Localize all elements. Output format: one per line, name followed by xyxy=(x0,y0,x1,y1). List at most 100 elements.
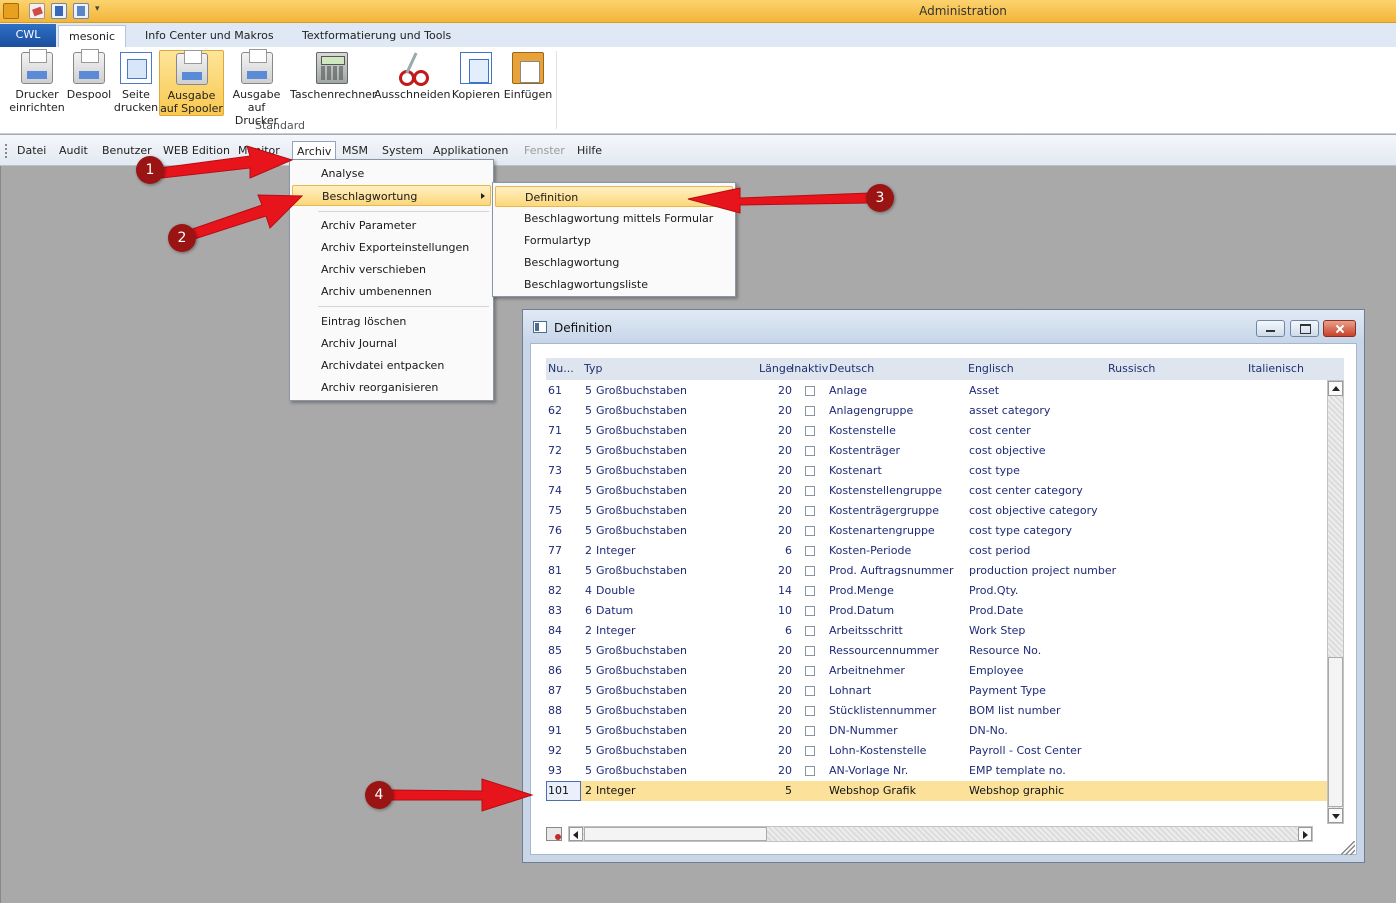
cell-nr[interactable]: 75 xyxy=(548,504,562,517)
cell-typ-code[interactable]: 5 xyxy=(585,484,592,497)
cell-englisch[interactable]: cost type category xyxy=(969,524,1072,537)
menu-item-archiv-verschieben[interactable]: Archiv verschieben xyxy=(292,259,491,280)
cell-laenge[interactable]: 20 xyxy=(764,424,792,437)
scroll-up-arrow-icon[interactable] xyxy=(1328,381,1343,396)
cell-laenge[interactable]: 20 xyxy=(764,684,792,697)
cell-typ-code[interactable]: 4 xyxy=(585,584,592,597)
scroll-right-arrow-icon[interactable] xyxy=(1298,827,1312,841)
menu-item-archiv-exporteinstellungen[interactable]: Archiv Exporteinstellungen xyxy=(292,237,491,258)
resize-grip-icon[interactable] xyxy=(1341,841,1355,855)
cell-typ-code[interactable]: 5 xyxy=(585,704,592,717)
cell-nr[interactable]: 93 xyxy=(548,764,562,777)
cell-englisch[interactable]: EMP template no. xyxy=(969,764,1066,777)
cell-nr[interactable]: 101 xyxy=(548,784,569,797)
cell-typ[interactable]: Großbuchstaben xyxy=(596,644,687,657)
cell-englisch[interactable]: cost center xyxy=(969,424,1031,437)
cell-englisch[interactable]: Payroll - Cost Center xyxy=(969,744,1081,757)
ausgabe-auf-spooler-button[interactable]: Ausgabe auf Spooler xyxy=(159,50,224,116)
cell-nr[interactable]: 72 xyxy=(548,444,562,457)
menu-web-edition[interactable]: WEB Edition xyxy=(159,141,234,160)
cell-typ-code[interactable]: 5 xyxy=(585,724,592,737)
table-row[interactable]: 82 4 Double 14 Prod.Menge Prod.Qty. xyxy=(546,581,1327,601)
submenu-item-beschlagwortung[interactable]: Beschlagwortung xyxy=(495,252,733,273)
definition-window-titlebar[interactable]: Definition xyxy=(523,310,1364,343)
toolbar-grip[interactable] xyxy=(5,144,7,158)
menu-datei[interactable]: Datei xyxy=(13,141,50,160)
cell-laenge[interactable]: 20 xyxy=(764,744,792,757)
submenu-item-formulartyp[interactable]: Formulartyp xyxy=(495,230,733,251)
inaktiv-checkbox[interactable] xyxy=(805,426,815,436)
column-header-italienisch[interactable]: Italienisch xyxy=(1248,362,1304,375)
table-row[interactable]: 84 2 Integer 6 Arbeitsschritt Work Step xyxy=(546,621,1327,641)
cell-typ[interactable]: Großbuchstaben xyxy=(596,444,687,457)
cell-typ-code[interactable]: 2 xyxy=(585,624,592,637)
cell-deutsch[interactable]: Kostenträger xyxy=(829,444,900,457)
cell-nr[interactable]: 74 xyxy=(548,484,562,497)
cell-nr[interactable]: 87 xyxy=(548,684,562,697)
inaktiv-checkbox[interactable] xyxy=(805,706,815,716)
table-row[interactable]: 76 5 Großbuchstaben 20 Kostenartengruppe cost… xyxy=(546,521,1327,541)
cell-deutsch[interactable]: Stücklistennummer xyxy=(829,704,936,717)
cell-deutsch[interactable]: Kostenstellengruppe xyxy=(829,484,942,497)
cell-typ-code[interactable]: 5 xyxy=(585,384,592,397)
column-header-deutsch[interactable]: Deutsch xyxy=(829,362,874,375)
cell-laenge[interactable]: 20 xyxy=(764,644,792,657)
cell-laenge[interactable]: 20 xyxy=(764,384,792,397)
menu-system[interactable]: System xyxy=(378,141,427,160)
submenu-item-beschlagwortungsliste[interactable]: Beschlagwortungsliste xyxy=(495,274,733,295)
menu-applikationen[interactable]: Applikationen xyxy=(429,141,512,160)
cell-englisch[interactable]: cost objective category xyxy=(969,504,1098,517)
menu-item-eintrag-loeschen[interactable]: Eintrag löschen xyxy=(292,311,491,332)
cell-deutsch[interactable]: Webshop Grafik xyxy=(829,784,916,797)
table-row[interactable]: 85 5 Großbuchstaben 20 Ressourcennummer Resou… xyxy=(546,641,1327,661)
table-row[interactable]: 75 5 Großbuchstaben 20 Kostenträgergruppe cos… xyxy=(546,501,1327,521)
cell-deutsch[interactable]: AN-Vorlage Nr. xyxy=(829,764,908,777)
table-row[interactable]: 86 5 Großbuchstaben 20 Arbeitnehmer Employee xyxy=(546,661,1327,681)
cell-nr[interactable]: 82 xyxy=(548,584,562,597)
cell-typ[interactable]: Großbuchstaben xyxy=(596,424,687,437)
cell-typ-code[interactable]: 5 xyxy=(585,764,592,777)
cell-nr[interactable]: 84 xyxy=(548,624,562,637)
scroll-left-arrow-icon[interactable] xyxy=(569,827,583,841)
cell-typ[interactable]: Großbuchstaben xyxy=(596,384,687,397)
horizontal-scroll-thumb[interactable] xyxy=(584,827,767,841)
cell-deutsch[interactable]: Kostenartengruppe xyxy=(829,524,935,537)
inaktiv-checkbox[interactable] xyxy=(805,386,815,396)
kopieren-button[interactable]: Kopieren xyxy=(451,50,501,116)
cell-englisch[interactable]: Prod.Date xyxy=(969,604,1023,617)
cell-deutsch[interactable]: Arbeitsschritt xyxy=(829,624,903,637)
cell-nr[interactable]: 92 xyxy=(548,744,562,757)
table-row[interactable]: 88 5 Großbuchstaben 20 Stücklistennummer BOM … xyxy=(546,701,1327,721)
cell-typ-code[interactable]: 2 xyxy=(585,784,592,797)
cell-typ[interactable]: Double xyxy=(596,584,635,597)
cell-laenge[interactable]: 20 xyxy=(764,524,792,537)
cell-laenge[interactable]: 20 xyxy=(764,724,792,737)
maximize-button[interactable] xyxy=(1290,320,1319,337)
cell-typ[interactable]: Integer xyxy=(596,544,636,557)
inaktiv-checkbox[interactable] xyxy=(805,446,815,456)
inaktiv-checkbox[interactable] xyxy=(805,666,815,676)
tab-cwl[interactable]: CWL xyxy=(0,24,56,47)
column-header-typ[interactable]: Typ xyxy=(584,362,603,375)
cell-englisch[interactable]: Payment Type xyxy=(969,684,1046,697)
cell-englisch[interactable]: cost center category xyxy=(969,484,1083,497)
cell-typ[interactable]: Großbuchstaben xyxy=(596,464,687,477)
cell-nr[interactable]: 83 xyxy=(548,604,562,617)
cell-englisch[interactable]: Prod.Qty. xyxy=(969,584,1018,597)
cell-typ[interactable]: Integer xyxy=(596,784,636,797)
inaktiv-checkbox[interactable] xyxy=(805,466,815,476)
cell-laenge[interactable]: 20 xyxy=(764,764,792,777)
cell-typ-code[interactable]: 5 xyxy=(585,464,592,477)
cell-nr[interactable]: 73 xyxy=(548,464,562,477)
menu-item-analyse[interactable]: Analyse xyxy=(292,163,491,184)
cell-nr[interactable]: 77 xyxy=(548,544,562,557)
column-header-nr[interactable]: Nu... xyxy=(548,362,574,375)
ausgabe-auf-drucker-button[interactable]: Ausgabe auf Drucker xyxy=(225,49,288,127)
cell-laenge[interactable]: 6 xyxy=(764,544,792,557)
menu-monitor[interactable]: Monitor xyxy=(234,141,284,160)
column-header-russisch[interactable]: Russisch xyxy=(1108,362,1155,375)
cell-englisch[interactable]: Employee xyxy=(969,664,1023,677)
inaktiv-checkbox[interactable] xyxy=(805,406,815,416)
horizontal-scrollbar[interactable] xyxy=(568,826,1313,842)
cell-englisch[interactable]: asset category xyxy=(969,404,1050,417)
